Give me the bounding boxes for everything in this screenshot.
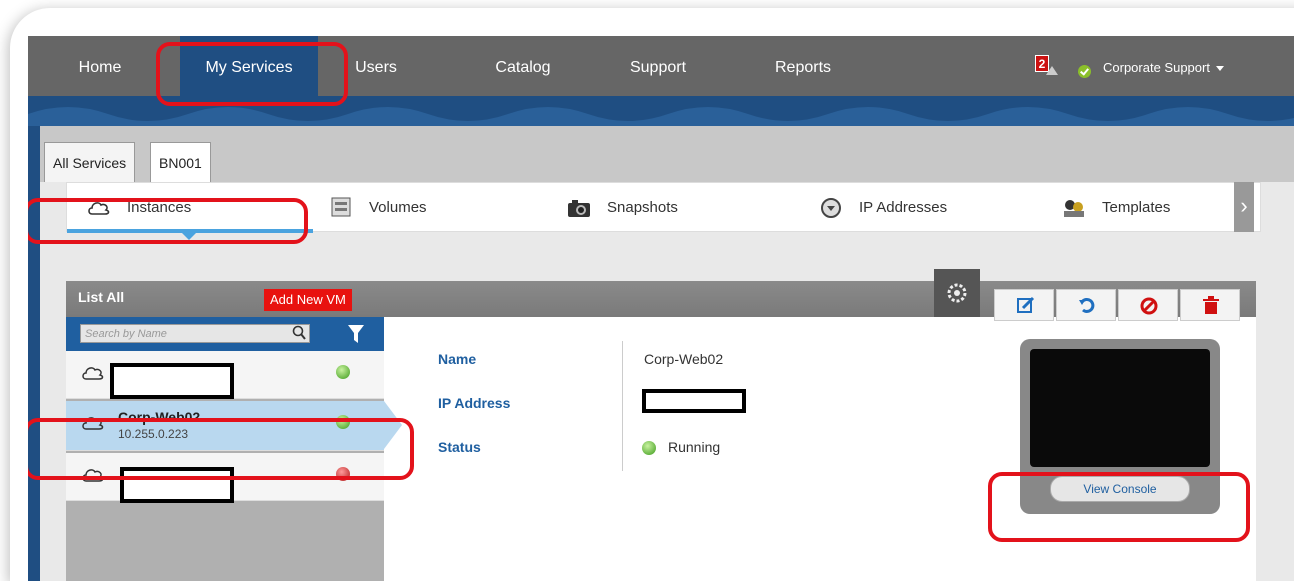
vm-row[interactable] [66,453,384,503]
cloud-icon [82,469,104,482]
status-label: Status [438,439,481,455]
search-input[interactable]: Search by Name [80,324,310,343]
top-nav: Home My Services Users Catalog Support R… [28,36,1294,96]
view-console-button[interactable]: View Console [1050,476,1190,502]
stop-button[interactable] [1118,289,1178,321]
resource-subnav: Instances Volumes Snapshots IP Addresses… [66,182,1261,240]
cloud-icon [82,417,104,430]
templates-icon [1064,200,1084,217]
status-value: Running [668,439,721,455]
stop-icon [1140,297,1158,315]
subnav-snapshots-label: Snapshots [607,199,678,216]
screenshot: Home My Services Users Catalog Support R… [0,0,1294,581]
subnav-volumes-label: Volumes [369,199,427,216]
status-indicator-stopped [336,467,350,481]
subnav-instances-label: Instances [127,199,192,216]
nav-home[interactable]: Home [70,36,130,96]
cloud-icon [88,202,110,215]
tab-bn001[interactable]: BN001 [150,142,211,182]
nav-users[interactable]: Users [346,36,406,96]
instances-panel: List All Add New VM Search by Name Corp-… [66,269,1256,581]
panel-header: List All Add New VM [66,269,1256,321]
content-area: All Services BN001 Instances Volumes Sna… [40,126,1294,581]
chevron-down-icon [1215,66,1224,72]
settings-button[interactable] [934,269,980,317]
search-icon[interactable] [292,325,306,341]
vm-name: Corp-Web02 [118,409,201,425]
status-indicator-running [336,415,350,429]
active-tab-pointer [182,233,196,240]
vm-list: Search by Name Corp-Web02 10.255.0.223 [66,317,402,581]
selection-arrow [384,401,402,449]
nav-reports[interactable]: Reports [763,36,843,96]
subnav-templates-label: Templates [1102,199,1171,216]
status-indicator-running [642,441,656,455]
search-bar: Search by Name [66,317,384,351]
filter-icon[interactable] [348,325,364,343]
add-new-vm-button[interactable]: Add New VM [264,289,352,311]
status-indicator-running [336,365,350,379]
divider [622,341,623,471]
subnav-ip-addresses[interactable]: IP Addresses [819,183,1019,233]
nav-catalog[interactable]: Catalog [483,36,563,96]
app-window: Home My Services Users Catalog Support R… [28,36,1294,581]
volume-icon [331,197,351,217]
tab-all-services[interactable]: All Services [44,142,136,182]
ip-address-icon [821,198,841,218]
trash-icon [1203,296,1219,314]
subnav-snapshots[interactable]: Snapshots [567,183,747,233]
vm-ip: 10.255.0.223 [118,427,189,441]
subnav-instances[interactable]: Instances [87,183,307,233]
redaction-box [120,467,234,503]
status-ok-icon [1078,65,1091,78]
nav-my-services[interactable]: My Services [180,36,318,96]
camera-icon [568,200,590,217]
chevron-right-icon[interactable]: › [1234,182,1254,232]
redaction-box [642,389,746,413]
ip-address-label: IP Address [438,395,511,411]
nav-support[interactable]: Support [618,36,698,96]
edit-button[interactable] [994,289,1054,321]
subnav-templates[interactable]: Templates [1062,183,1242,233]
vm-row-selected[interactable]: Corp-Web02 10.255.0.223 [66,401,402,451]
console-preview: View Console [1020,339,1220,514]
console-screen [1030,349,1210,467]
restart-icon [1079,297,1095,313]
subnav-ip-addresses-label: IP Addresses [859,199,948,216]
service-tab-row: All Services BN001 [40,126,1294,182]
edit-icon [1017,296,1035,313]
subnav-volumes[interactable]: Volumes [329,183,509,233]
restart-button[interactable] [1056,289,1116,321]
user-menu[interactable]: Corporate Support [1103,36,1224,96]
gear-icon [947,283,967,303]
user-menu-label: Corporate Support [1103,60,1210,75]
name-label: Name [438,351,477,367]
name-value: Corp-Web02 [644,351,724,367]
cloud-icon [82,367,104,380]
header-wave-band [28,96,1294,126]
redaction-box [110,363,234,399]
delete-button[interactable] [1180,289,1240,321]
vm-row[interactable] [66,351,384,399]
bell-icon[interactable] [1044,64,1060,76]
list-all-title: List All [78,289,125,305]
